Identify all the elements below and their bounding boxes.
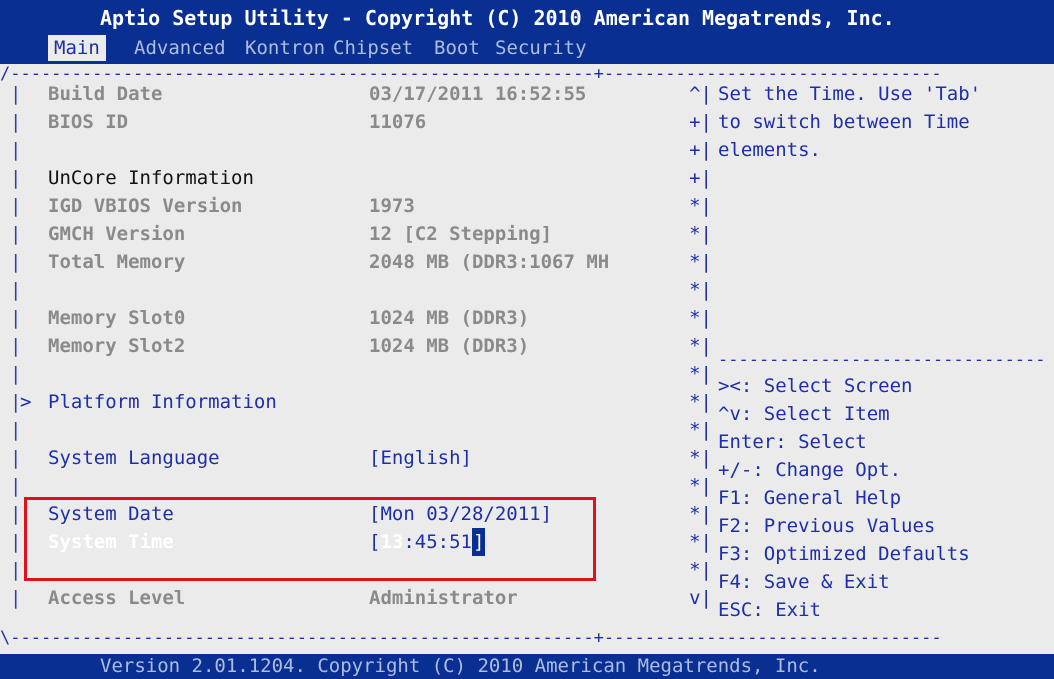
- memory-slot0-label: Memory Slot0: [48, 307, 186, 329]
- build-date-value: 03/17/2011 16:52:55: [369, 83, 587, 105]
- help-divider: --------------------------------: [718, 350, 1046, 370]
- bios-id-value: 11076: [369, 111, 427, 133]
- scroll-marker: *: [689, 419, 701, 441]
- gmch-version-value: 12 [C2 Stepping]: [369, 223, 553, 245]
- scroll-marker: *: [689, 335, 701, 357]
- scroll-marker: *: [689, 363, 701, 385]
- key-hint: F3: Optimized Defaults: [718, 543, 970, 565]
- key-hint: ^v: Select Item: [718, 403, 890, 425]
- app-title: Aptio Setup Utility - Copyright (C) 2010…: [100, 6, 895, 30]
- tab-advanced[interactable]: Advanced: [128, 35, 232, 61]
- total-memory-value: 2048 MB (DDR3:1067 MH: [369, 251, 610, 273]
- row-memory-slot0: Memory Slot0 1024 MB (DDR3): [0, 304, 700, 332]
- scroll-marker: *: [689, 223, 701, 245]
- memory-slot2-label: Memory Slot2: [48, 335, 186, 357]
- scroll-marker: *: [689, 531, 701, 553]
- memory-slot0-value: 1024 MB (DDR3): [369, 307, 530, 329]
- highlight-box: [24, 497, 596, 581]
- scroll-marker: *: [689, 391, 701, 413]
- scroll-marker: +: [689, 167, 701, 189]
- igd-vbios-value: 1973: [369, 195, 415, 217]
- row-gmch-version: GMCH Version 12 [C2 Stepping]: [0, 220, 700, 248]
- row-access-level: Access Level Administrator: [0, 584, 700, 612]
- row-igd-vbios: IGD VBIOS Version 1973: [0, 192, 700, 220]
- help-line: Set the Time. Use 'Tab': [718, 83, 982, 105]
- scroll-down-icon[interactable]: v: [689, 587, 700, 609]
- uncore-heading: UnCore Information: [48, 167, 254, 189]
- igd-vbios-label: IGD VBIOS Version: [48, 195, 243, 217]
- version-text: Version 2.01.1204. Copyright (C) 2010 Am…: [100, 655, 821, 677]
- key-hint: F2: Previous Values: [718, 515, 936, 537]
- gmch-version-label: GMCH Version: [48, 223, 186, 245]
- row-memory-slot2: Memory Slot2 1024 MB (DDR3): [0, 332, 700, 360]
- scroll-marker: *: [689, 475, 701, 497]
- tab-chipset[interactable]: Chipset: [327, 35, 419, 61]
- key-hint: F1: General Help: [718, 487, 902, 509]
- help-line: elements.: [718, 139, 821, 161]
- scroll-marker: +: [689, 139, 701, 161]
- system-language-label: System Language: [48, 447, 220, 469]
- key-hint: +/-: Change Opt.: [718, 459, 902, 481]
- scroll-marker: *: [689, 279, 701, 301]
- help-line: to switch between Time: [718, 111, 970, 133]
- system-language-select[interactable]: [English]: [369, 444, 472, 472]
- row-total-memory: Total Memory 2048 MB (DDR3:1067 MH: [0, 248, 700, 276]
- scroll-marker: *: [689, 447, 701, 469]
- key-hint: F4: Save & Exit: [718, 571, 890, 593]
- row-platform-information[interactable]: > Platform Information: [0, 388, 700, 416]
- scroll-marker: +: [689, 111, 701, 133]
- access-level-label: Access Level: [48, 587, 186, 609]
- total-memory-label: Total Memory: [48, 251, 186, 273]
- scroll-marker: *: [689, 195, 701, 217]
- row-build-date: Build Date 03/17/2011 16:52:55: [0, 80, 700, 108]
- build-date-label: Build Date: [48, 83, 163, 105]
- row-system-language[interactable]: System Language [English]: [0, 444, 700, 472]
- title-bar: Aptio Setup Utility - Copyright (C) 2010…: [0, 0, 1054, 64]
- memory-slot2-value: 1024 MB (DDR3): [369, 335, 530, 357]
- bios-id-label: BIOS ID: [48, 111, 129, 133]
- key-hint: Enter: Select: [718, 431, 867, 453]
- row-bios-id: BIOS ID 11076: [0, 108, 700, 136]
- key-hint: ><: Select Screen: [718, 375, 913, 397]
- status-bar: Version 2.01.1204. Copyright (C) 2010 Am…: [0, 654, 1054, 679]
- submenu-arrow-icon: >: [20, 391, 32, 413]
- access-level-value: Administrator: [369, 587, 518, 609]
- scroll-marker: *: [689, 559, 701, 581]
- key-hint: ESC: Exit: [718, 599, 821, 621]
- tab-kontron[interactable]: Kontron: [239, 35, 331, 61]
- tab-main[interactable]: Main: [48, 35, 106, 61]
- scroll-marker: *: [689, 251, 701, 273]
- scroll-marker: *: [689, 307, 701, 329]
- scroll-marker: *: [689, 503, 701, 525]
- tab-security[interactable]: Security: [489, 35, 593, 61]
- frame-bottom-border: \---------------------------------------…: [0, 628, 942, 648]
- tab-boot[interactable]: Boot: [428, 35, 486, 61]
- platform-information-link[interactable]: Platform Information: [48, 388, 277, 416]
- row-uncore-heading: UnCore Information: [0, 164, 700, 192]
- scroll-up-icon[interactable]: ^: [689, 83, 700, 105]
